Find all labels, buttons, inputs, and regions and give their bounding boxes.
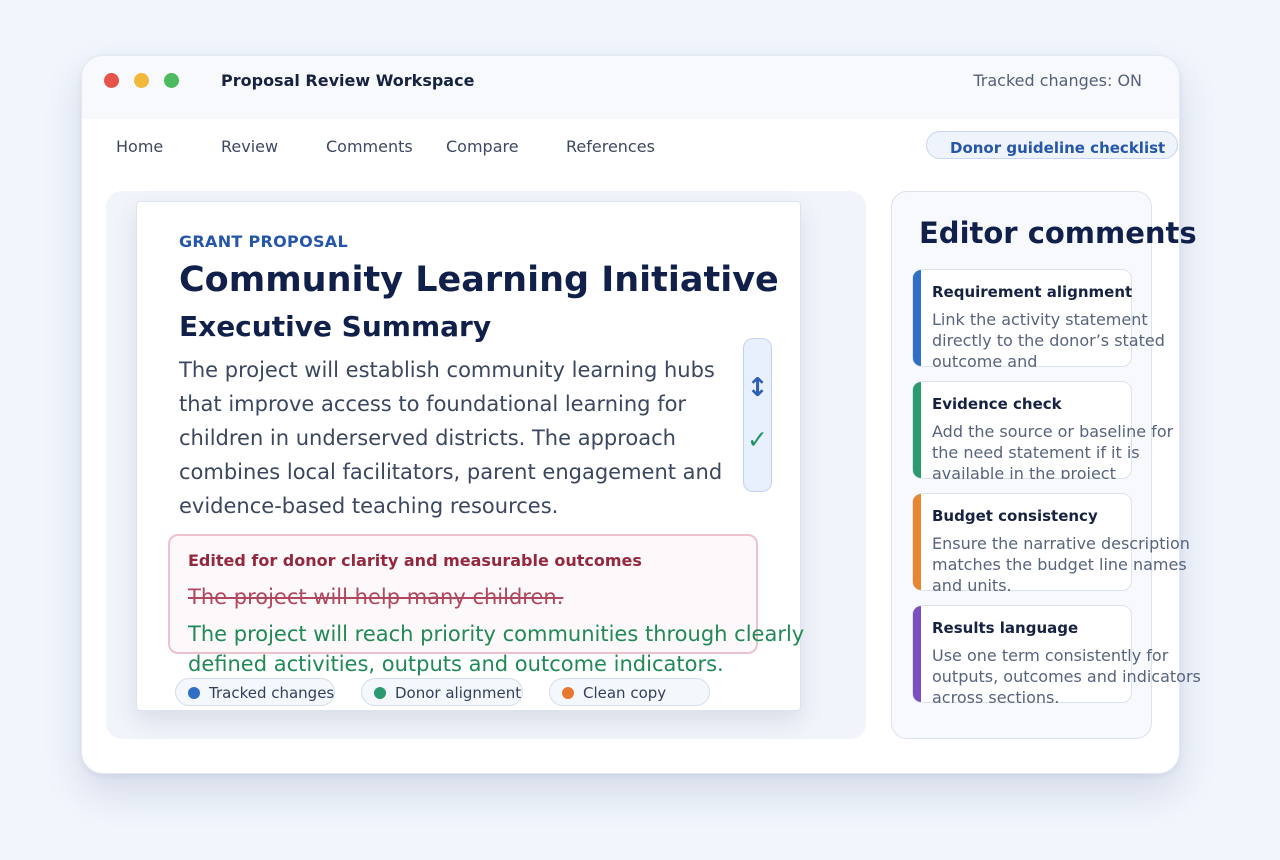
comment-accent [913,382,921,478]
comment-title: Budget consistency [932,507,1098,525]
green-dot-icon [374,687,386,699]
comment-card-evidence-check[interactable]: Evidence check Add the source or baselin… [912,381,1173,479]
document-body: The project will establish community lea… [179,358,723,518]
comment-card-requirement-alignment[interactable]: Requirement alignment Link the activity … [912,269,1165,367]
comments-panel: Editor comments Requirement alignment Li… [891,191,1201,739]
chip-donor-alignment[interactable]: Donor alignment [361,678,523,706]
comments-title: Editor comments [919,216,1197,250]
document-subtitle: Executive Summary [179,310,492,343]
blue-dot-icon [188,687,200,699]
app-window: Proposal Review Workspace Tracked change… [81,55,1201,774]
chip-label: Tracked changes [209,684,335,702]
document-title: Community Learning Initiative [179,260,779,300]
orange-dot-icon [562,687,574,699]
comment-text: Add the source or baseline for the need … [932,422,1174,479]
chip-tracked-changes[interactable]: Tracked changes [175,678,335,706]
comment-card-results-language[interactable]: Results language Use one term consistent… [912,605,1201,703]
menu-item-review[interactable]: Review [221,137,278,156]
document-kicker: GRANT PROPOSAL [179,232,348,251]
comment-text: Link the activity statement directly to … [932,310,1165,367]
comment-title: Results language [932,619,1079,637]
comment-text: Use one term consistently for outputs, o… [932,646,1201,703]
inserted-text: The project will reach priority communit… [188,622,805,676]
app-title: Proposal Review Workspace [221,71,475,90]
comment-title: Requirement alignment [932,283,1133,301]
donor-checklist-button[interactable]: Donor guideline checklist [926,131,1178,159]
maximize-window-button[interactable] [164,73,179,88]
title-bar: Proposal Review Workspace Tracked change… [82,56,1179,119]
tracked-changes-status: Tracked changes: ON [973,71,1142,90]
tracked-change-box[interactable]: Edited for donor clarity and measurable … [168,534,804,676]
comment-accent [913,270,921,366]
minimize-window-button[interactable] [134,73,149,88]
comment-accent [913,606,921,702]
comment-text: Ensure the narrative description matches… [932,534,1190,591]
menu-item-home[interactable]: Home [116,137,163,156]
comment-title: Evidence check [932,395,1062,413]
deleted-text: The project will help many children. [188,585,564,609]
menu-item-comments[interactable]: Comments [326,137,413,156]
comment-card-budget-consistency[interactable]: Budget consistency Ensure the narrative … [912,493,1190,591]
inline-tools: ↕ ✓ [743,338,772,492]
chip-clean-copy[interactable]: Clean copy [549,678,710,706]
close-window-button[interactable] [104,73,119,88]
document-page[interactable]: GRANT PROPOSAL Community Learning Initia… [136,201,804,711]
comment-accent [913,494,921,590]
menu-item-compare[interactable]: Compare [446,137,519,156]
chip-label: Donor alignment [395,684,522,702]
change-title: Edited for donor clarity and measurable … [188,551,642,570]
menu-item-references[interactable]: References [566,137,655,156]
document-area: GRANT PROPOSAL Community Learning Initia… [106,191,866,739]
checkmark-icon[interactable]: ✓ [744,425,771,454]
vertical-resize-icon[interactable]: ↕ [744,373,771,403]
chip-label: Clean copy [583,684,667,702]
menu-bar: Home Review Comments Compare References … [82,119,1179,173]
